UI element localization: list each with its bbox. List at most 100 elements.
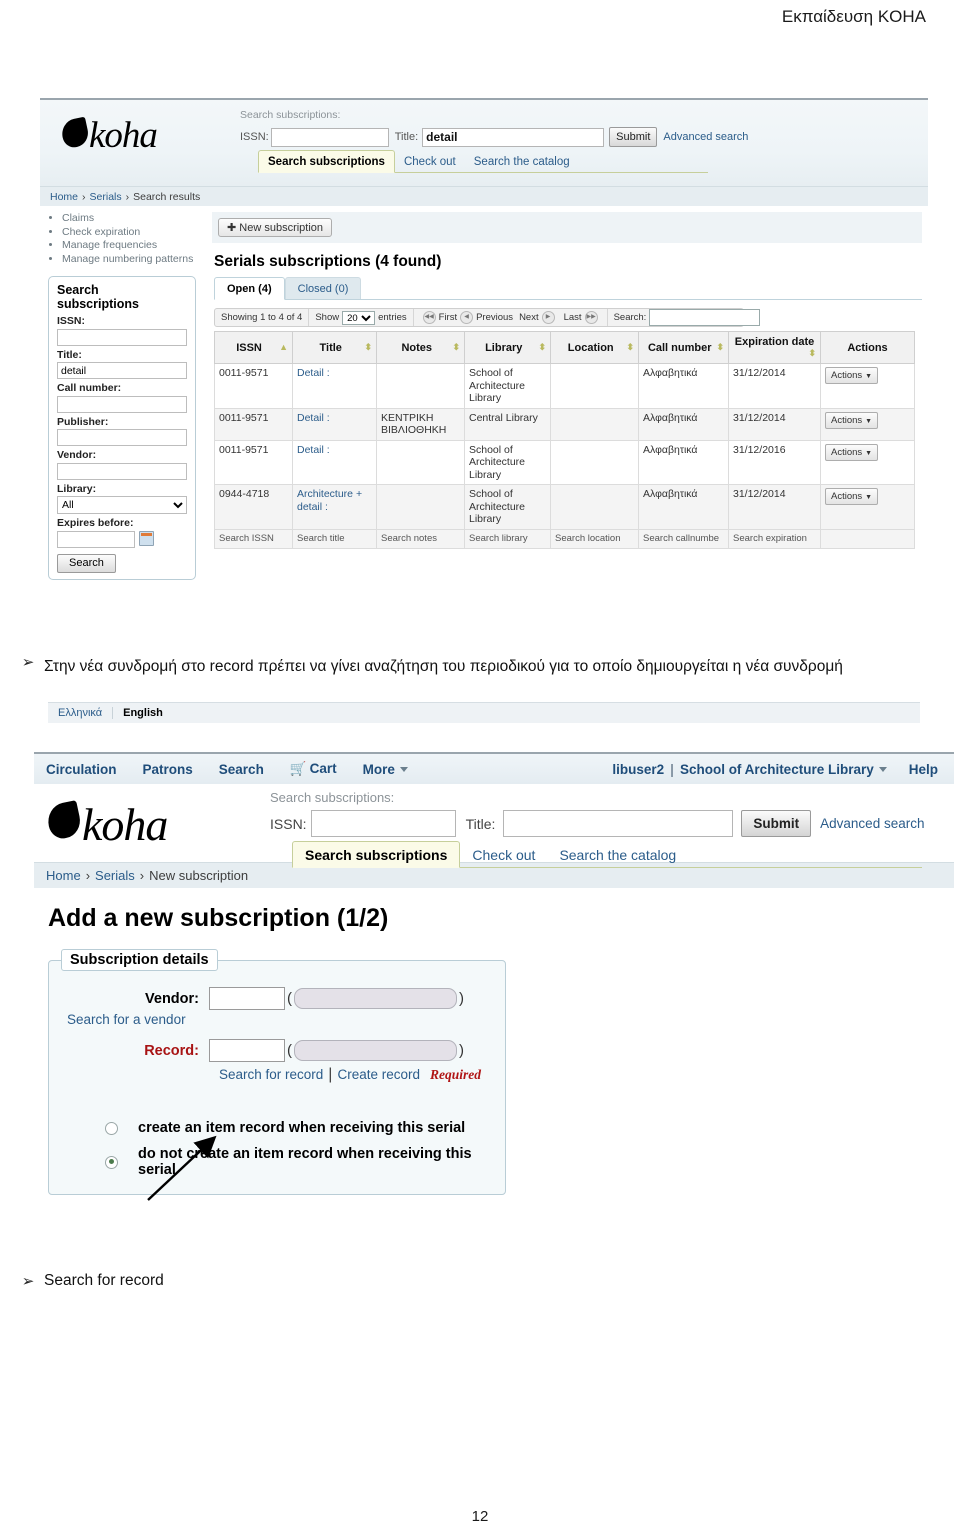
subtab-search-catalog[interactable]: Search the catalog (465, 151, 579, 172)
col-issn[interactable]: ISSN ▲ (214, 331, 293, 364)
record-id-input[interactable] (209, 1039, 285, 1062)
subtab-search-catalog[interactable]: Search the catalog (547, 842, 688, 867)
required-indicator: Required (430, 1067, 482, 1082)
col-notes[interactable]: Notes ⬍ (376, 331, 465, 364)
filter-callnumber[interactable]: Search callnumbe (638, 528, 729, 549)
header-subtabs: Search subscriptions Check out Search th… (258, 150, 708, 173)
vendor-id-input[interactable] (209, 987, 285, 1010)
header-subtabs: Search subscriptions Check out Search th… (292, 841, 922, 868)
actions-button[interactable]: Actions ▼ (825, 411, 879, 429)
actions-button[interactable]: Actions ▼ (825, 367, 879, 384)
first-page-icon[interactable]: ◀◀ (422, 311, 436, 324)
detail-link[interactable]: Architecture + detail : (297, 488, 362, 513)
new-subscription-button[interactable]: ✚ New subscription (218, 218, 333, 237)
sidebar-item-check-expiration[interactable]: Check expiration (62, 226, 198, 240)
subtab-search-subscriptions[interactable]: Search subscriptions (258, 150, 395, 173)
issn-input[interactable] (270, 127, 389, 147)
filter-title[interactable]: Search title (292, 528, 377, 549)
title-input[interactable] (422, 127, 605, 147)
radio-create-item[interactable] (105, 1121, 118, 1135)
submit-button[interactable]: Submit (741, 810, 812, 837)
last-page-icon[interactable]: ▶▶ (584, 311, 598, 324)
col-location[interactable]: Location ⬍ (550, 331, 639, 364)
datatable-search-input[interactable] (649, 309, 761, 326)
panel-issn-input[interactable] (57, 328, 187, 346)
entries-select[interactable]: 20 (342, 310, 376, 325)
panel-vendor-input[interactable] (57, 462, 187, 480)
panel-title-input[interactable] (57, 362, 187, 379)
next-page-icon[interactable]: ▶ (541, 311, 555, 324)
nav-item-search[interactable]: Search (219, 762, 264, 777)
radio-do-not-create-item[interactable] (105, 1155, 118, 1169)
col-callnumber[interactable]: Call number ⬍ (638, 331, 729, 364)
actions-button[interactable]: Actions ▼ (825, 443, 879, 461)
actions-button[interactable]: Actions ▼ (825, 488, 879, 505)
detail-link[interactable]: Detail : (297, 367, 330, 379)
sidebar-item-manage-frequencies[interactable]: Manage frequencies (62, 239, 198, 253)
sidebar-item-claims[interactable]: Claims (62, 212, 198, 226)
previous-page-icon[interactable]: ◀ (460, 311, 474, 324)
panel-library-select[interactable]: All (57, 495, 187, 514)
search-for-record-link[interactable]: Search for record (219, 1067, 323, 1082)
nav-item-cart[interactable]: 🛒 Cart (290, 761, 337, 777)
koha-logo[interactable]: koha (44, 798, 168, 851)
language-english[interactable]: English (113, 707, 173, 719)
sidebar-item-manage-numbering-patterns[interactable]: Manage numbering patterns (62, 253, 198, 267)
panel-search-button[interactable]: Search (57, 553, 116, 573)
breadcrumb-home[interactable]: Home (46, 868, 81, 883)
issn-input[interactable] (310, 810, 456, 837)
cell-issn: 0011-9571 (214, 407, 293, 441)
calendar-icon[interactable] (139, 531, 154, 546)
navbar-help[interactable]: Help (909, 762, 938, 777)
create-record-link[interactable]: Create record (337, 1067, 420, 1082)
advanced-search-link[interactable]: Advanced search (820, 816, 924, 831)
filter-library[interactable]: Search library (464, 528, 551, 549)
filter-location[interactable]: Search location (550, 528, 639, 549)
breadcrumb-serials[interactable]: Serials (95, 868, 135, 883)
previous-label[interactable]: Previous (476, 312, 513, 323)
search-for-a-vendor-link[interactable]: Search for a vendor (67, 1012, 505, 1027)
col-expiration-date[interactable]: Expiration date ⬍ (728, 331, 821, 364)
cell-callnumber: Αλφαβητικά (638, 363, 729, 409)
cell-location (550, 484, 639, 530)
advanced-search-link[interactable]: Advanced search (663, 131, 748, 143)
subtab-check-out[interactable]: Check out (395, 151, 465, 172)
detail-link[interactable]: Detail : (297, 444, 330, 456)
language-greek[interactable]: Ελληνικά (48, 707, 114, 719)
cell-notes (376, 363, 465, 409)
nav-item-more[interactable]: More (363, 762, 408, 777)
koha-logo[interactable]: koha (59, 114, 158, 157)
subtab-check-out[interactable]: Check out (460, 842, 547, 867)
filter-issn[interactable]: Search ISSN (214, 528, 293, 549)
tab-closed[interactable]: Closed (0) (284, 277, 362, 299)
title-input[interactable] (503, 810, 734, 837)
panel-callnumber-input[interactable] (57, 395, 187, 413)
panel-publisher-input[interactable] (57, 429, 187, 446)
col-library[interactable]: Library ⬍ (464, 331, 551, 364)
first-label[interactable]: First (439, 312, 457, 323)
col-title[interactable]: Title ⬍ (292, 331, 377, 364)
tab-open[interactable]: Open (4) (214, 277, 285, 300)
cell-actions: Actions ▼ (820, 407, 915, 441)
nav-item-circulation[interactable]: Circulation (46, 762, 117, 777)
next-label[interactable]: Next (519, 312, 539, 323)
create-item-record-option[interactable]: create an item record when receiving thi… (105, 1120, 505, 1136)
panel-expires-input[interactable] (57, 530, 135, 548)
new-subscription-button-label: New subscription (239, 222, 324, 234)
breadcrumb-home[interactable]: Home (50, 191, 78, 203)
submit-button[interactable]: Submit (609, 127, 658, 147)
navbar-branch[interactable]: School of Architecture Library (680, 762, 887, 777)
filter-notes[interactable]: Search notes (376, 528, 465, 549)
vendor-label: Vendor: (145, 990, 199, 1007)
nav-item-patrons[interactable]: Patrons (143, 762, 193, 777)
new-subscription-toolbar: ✚ New subscription (212, 212, 922, 243)
filter-expiration[interactable]: Search expiration (728, 528, 821, 549)
table-header: ISSN ▲ Title ⬍ Notes ⬍ Library ⬍ Location ⬍ C… (214, 331, 915, 364)
do-not-create-item-record-option[interactable]: do not create an item record when receiv… (105, 1146, 505, 1178)
breadcrumb-serials[interactable]: Serials (90, 191, 122, 203)
navbar-username[interactable]: libuser2 (612, 762, 664, 777)
subtab-search-subscriptions[interactable]: Search subscriptions (292, 841, 461, 868)
detail-link[interactable]: Detail : (297, 412, 330, 424)
last-label[interactable]: Last (564, 312, 582, 323)
chevron-down-icon: ▼ (865, 494, 873, 501)
